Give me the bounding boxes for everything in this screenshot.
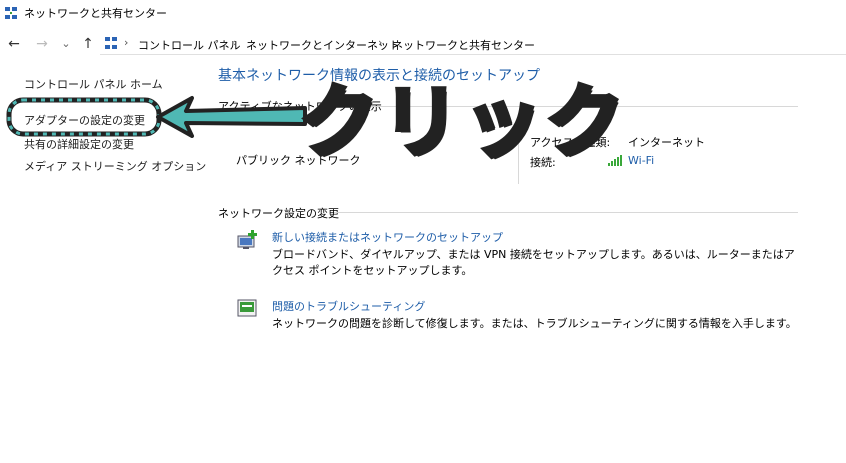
troubleshoot-icon <box>237 299 257 317</box>
new-connection-icon <box>237 230 257 249</box>
change-settings-label: ネットワーク設定の変更 <box>218 207 339 220</box>
divider <box>334 212 798 213</box>
annotation-text: クリック <box>297 76 629 171</box>
troubleshoot-link[interactable]: 問題のトラブルシューティング <box>272 298 425 314</box>
new-connection-link[interactable]: 新しい接続またはネットワークのセットアップ <box>272 229 503 245</box>
new-connection-description: ブロードバンド、ダイヤルアップ、または VPN 接続をセットアップします。あるい… <box>272 248 795 277</box>
troubleshoot-description: ネットワークの問題を診断して修復します。または、トラブルシューティングに関する情… <box>272 317 797 330</box>
